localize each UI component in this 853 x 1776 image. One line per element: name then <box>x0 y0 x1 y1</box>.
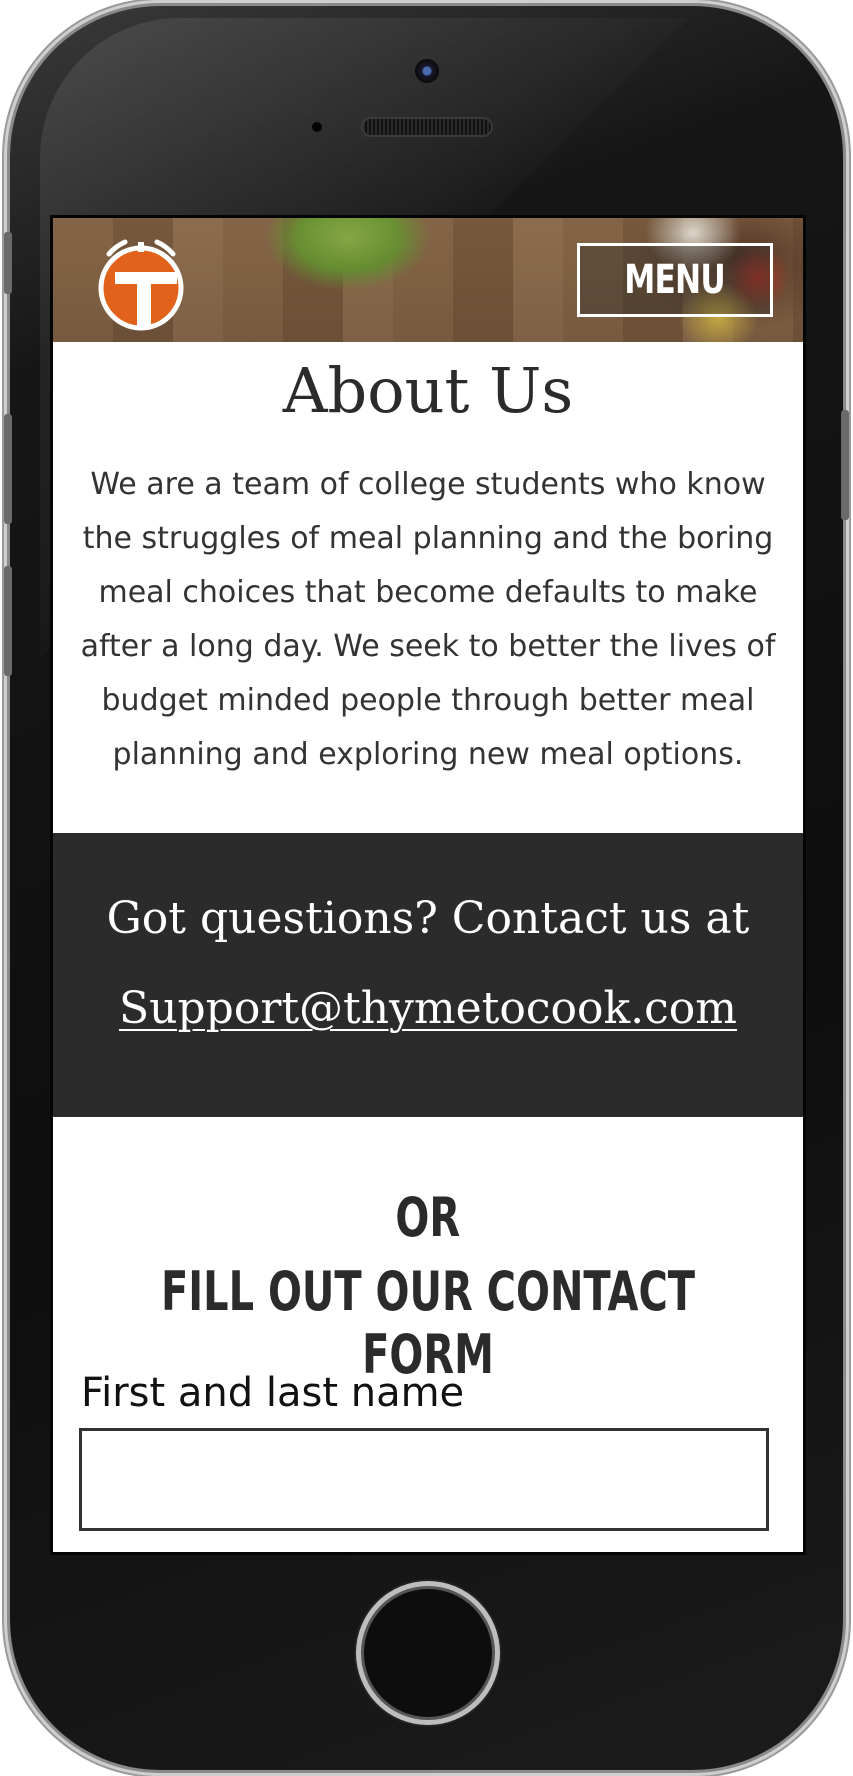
volume-down-button <box>4 566 12 676</box>
form-heading-label: FILL OUT OUR CONTACT FORM <box>160 1260 696 1386</box>
proximity-sensor <box>312 122 322 132</box>
contact-prompt: Got questions? Contact us at <box>106 893 750 944</box>
earpiece-speaker <box>361 117 493 137</box>
menu-button-label: MENU <box>624 257 726 303</box>
site-header: MENU <box>53 218 803 342</box>
or-label: OR <box>395 1186 461 1249</box>
name-input[interactable] <box>79 1428 769 1531</box>
mute-switch <box>4 232 12 294</box>
name-field-label: First and last name <box>81 1370 465 1416</box>
or-divider: OR <box>53 1186 803 1249</box>
power-button <box>841 410 849 520</box>
logo-icon[interactable] <box>91 232 191 332</box>
page-title: About Us <box>282 354 574 427</box>
contact-band: Got questions? Contact us at Support@thy… <box>53 833 803 1117</box>
about-description: We are a team of college students who kn… <box>80 467 776 772</box>
support-email-link[interactable]: Support@thymetocook.com <box>53 983 803 1034</box>
form-heading: FILL OUT OUR CONTACT FORM <box>53 1260 803 1386</box>
front-camera <box>415 59 439 83</box>
menu-button[interactable]: MENU <box>577 243 773 317</box>
screen: MENU About Us We are a team of college s… <box>50 215 806 1555</box>
volume-up-button <box>4 414 12 524</box>
home-button[interactable] <box>356 1581 500 1725</box>
